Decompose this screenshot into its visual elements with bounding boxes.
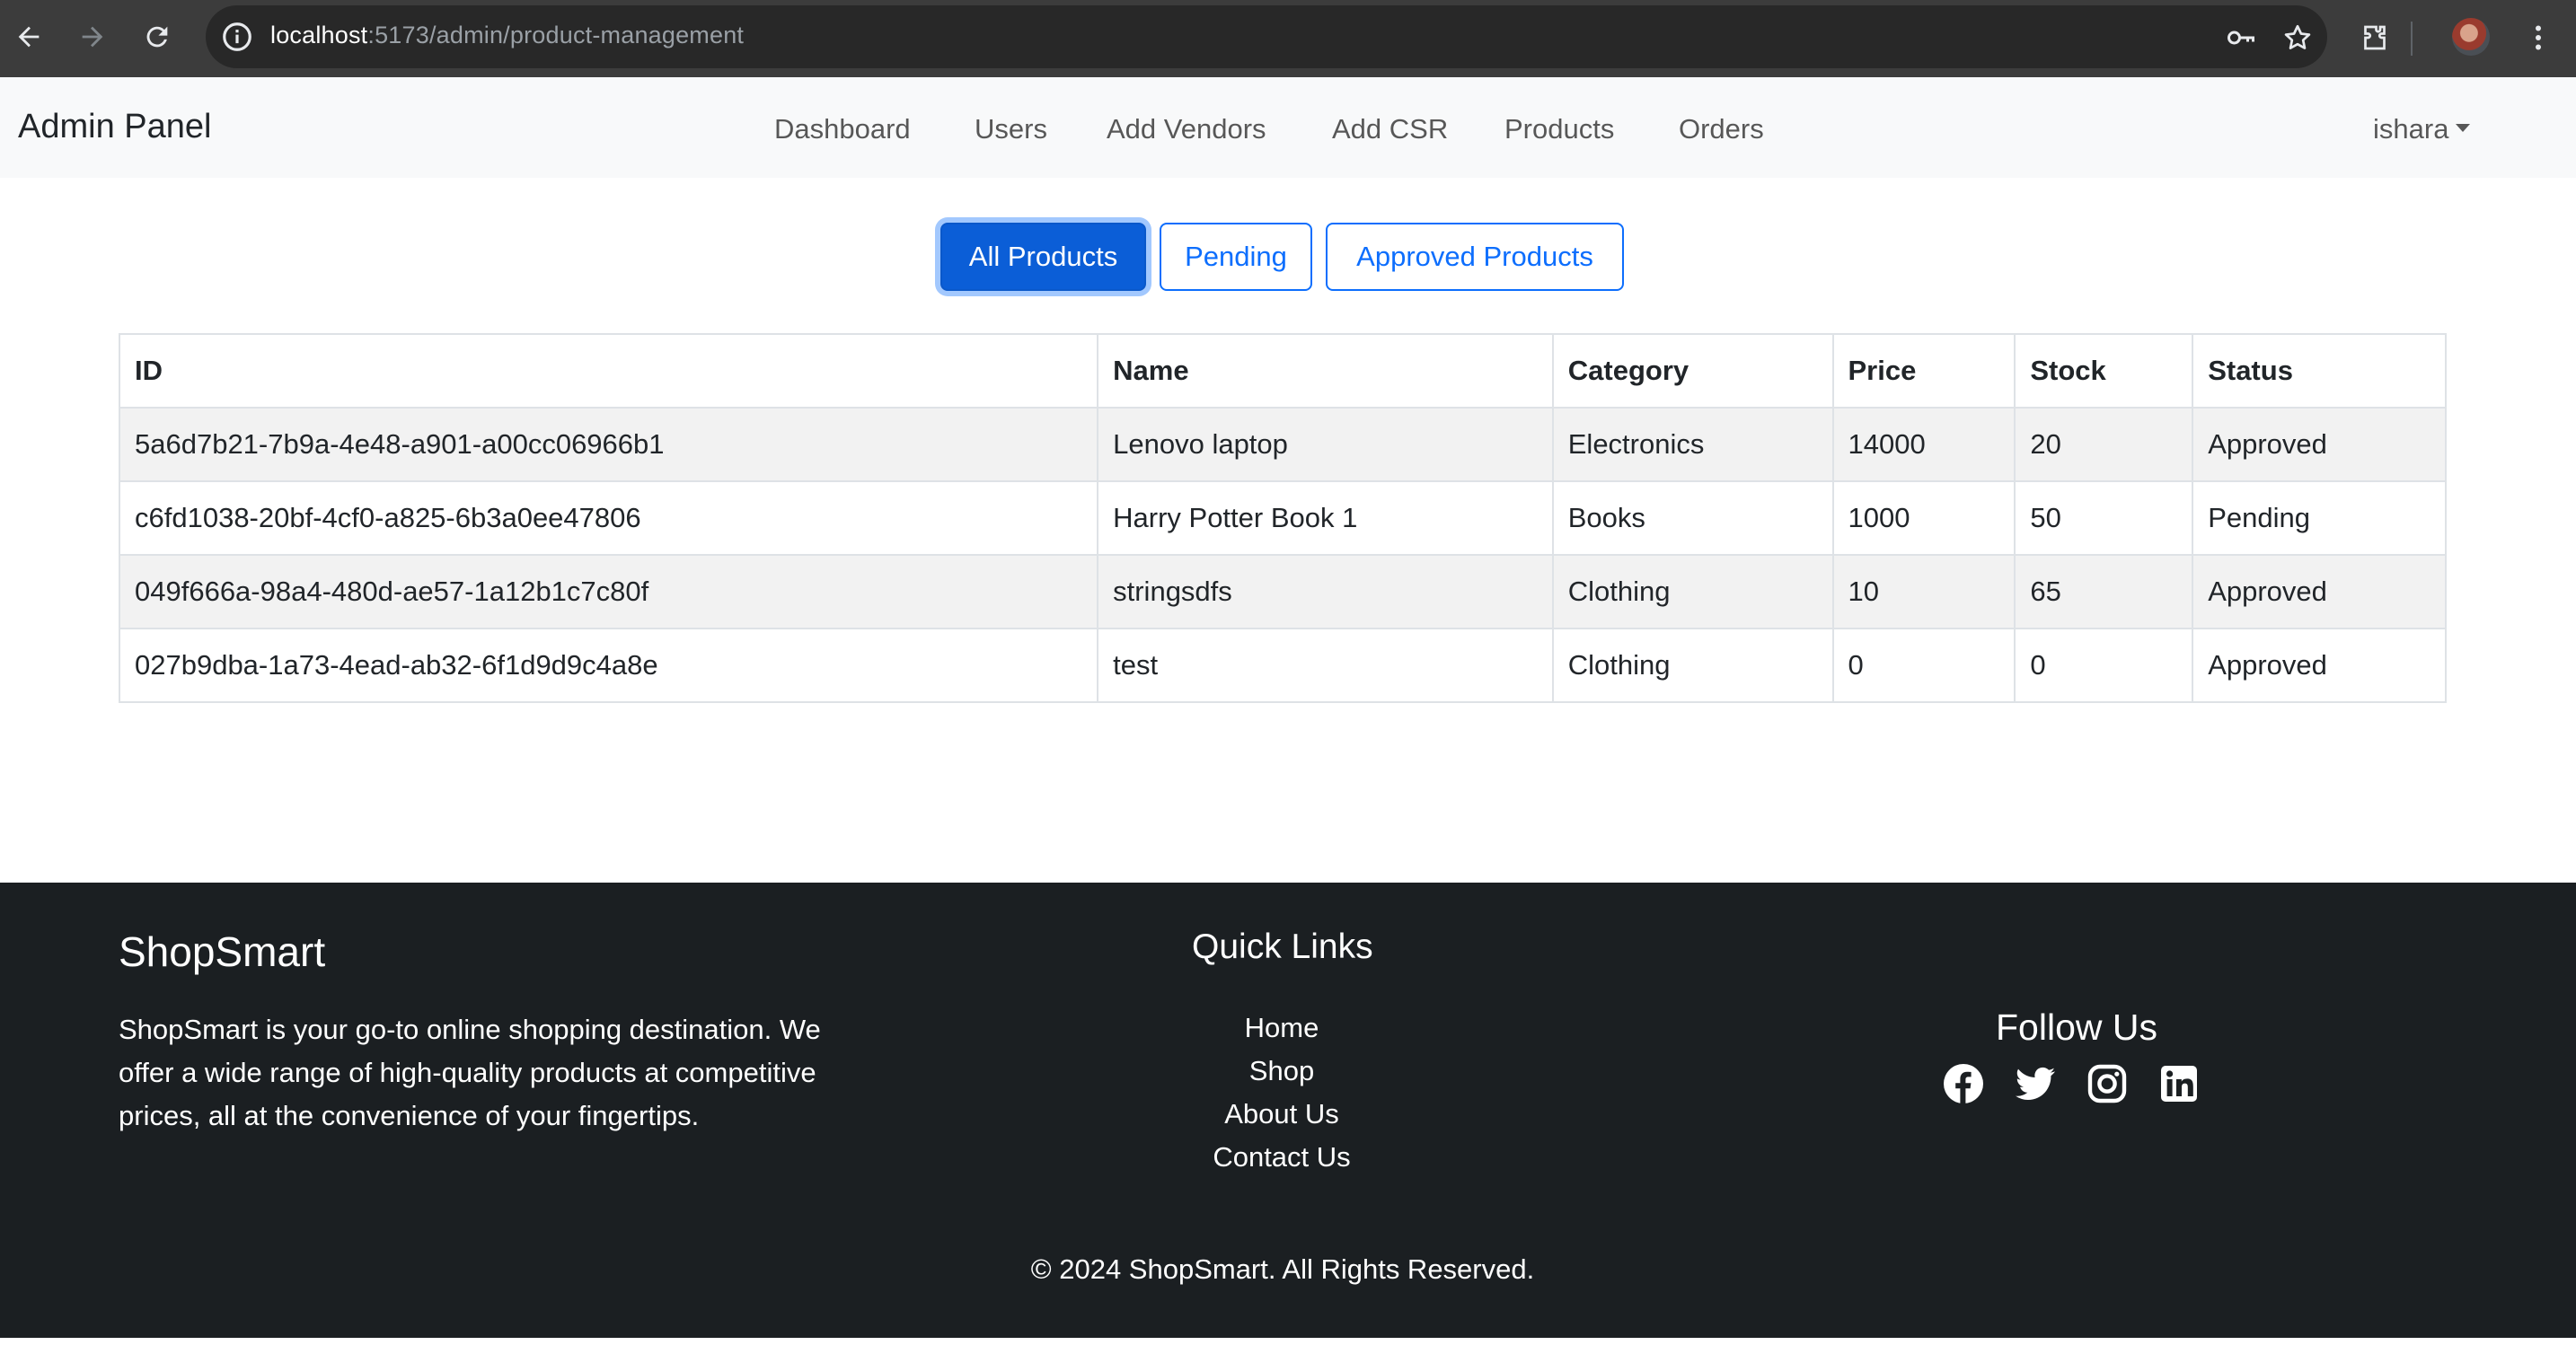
footer-link-shop[interactable]: Shop: [1102, 1050, 1461, 1093]
cell-stock: 20: [2014, 407, 2194, 482]
reload-icon: [146, 26, 168, 48]
reload-button[interactable]: [137, 16, 178, 57]
cell-price: 0: [1831, 628, 2016, 703]
cell-stock: 50: [2014, 480, 2194, 556]
nav-links: Dashboard Users Add Vendors Add CSR Prod…: [0, 113, 2576, 149]
tab-approved-products[interactable]: Approved Products: [1326, 223, 1624, 291]
back-arrow-icon: [18, 26, 40, 48]
column-header-id: ID: [118, 333, 1099, 409]
cell-id: 5a6d7b21-7b9a-4e48-a901-a00cc06966b1: [118, 407, 1099, 482]
column-header-category: Category: [1551, 333, 1834, 409]
cell-name: Harry Potter Book 1: [1097, 480, 1554, 556]
footer-copyright: © 2024 ShopSmart. All Rights Reserved.: [1030, 1253, 1535, 1285]
nav-products[interactable]: Products: [1504, 113, 1614, 145]
cell-name: Lenovo laptop: [1097, 407, 1554, 482]
nav-dashboard[interactable]: Dashboard: [774, 113, 911, 145]
password-key-icon[interactable]: [2225, 22, 2257, 54]
browser-toolbar: localhost:5173/admin/product-management: [0, 0, 2576, 77]
caret-down-icon: [2456, 124, 2471, 133]
cell-status: Approved: [2192, 407, 2447, 482]
facebook-icon[interactable]: [1942, 1062, 1985, 1105]
cell-price: 10: [1831, 554, 2016, 629]
instagram-icon[interactable]: [2086, 1062, 2129, 1105]
footer-description: ShopSmart is your go-to online shopping …: [119, 1014, 821, 1131]
site-info-icon[interactable]: [220, 20, 254, 54]
cell-id: 049f666a-98a4-480d-ae57-1a12b1c7c80f: [118, 554, 1099, 629]
cell-id: 027b9dba-1a73-4ead-ab32-6f1d9d9c4a8e: [118, 628, 1099, 703]
follow-us-title: Follow Us: [1996, 1007, 2157, 1048]
quick-links: Home Shop About Us Contact Us: [1102, 1007, 1461, 1179]
footer-link-about[interactable]: About Us: [1102, 1093, 1461, 1136]
column-header-price: Price: [1831, 333, 2016, 409]
table-row: 027b9dba-1a73-4ead-ab32-6f1d9d9c4a8e tes…: [118, 628, 2447, 703]
toolbar-divider: [2411, 22, 2413, 56]
address-bar[interactable]: localhost:5173/admin/product-management: [206, 5, 2327, 68]
column-header-status: Status: [2192, 333, 2447, 409]
nav-users[interactable]: Users: [975, 113, 1047, 145]
back-button[interactable]: [8, 16, 49, 57]
site-footer: ShopSmart ShopSmart is your go-to online…: [0, 883, 2576, 1338]
cell-status: Pending: [2192, 480, 2447, 556]
profile-avatar[interactable]: [2452, 18, 2490, 56]
cell-stock: 0: [2014, 628, 2194, 703]
linkedin-icon[interactable]: [2157, 1062, 2201, 1105]
tab-all-products[interactable]: All Products: [940, 223, 1146, 291]
page-bottom-edge: [0, 1338, 2576, 1345]
footer-link-contact[interactable]: Contact Us: [1102, 1136, 1461, 1179]
quick-links-title: Quick Links: [1192, 927, 1373, 966]
user-name: ishara: [2373, 113, 2449, 145]
cell-name: stringsdfs: [1097, 554, 1554, 629]
footer-link-home[interactable]: Home: [1102, 1007, 1461, 1050]
cell-category: Electronics: [1551, 407, 1834, 482]
cell-status: Approved: [2192, 554, 2447, 629]
cell-category: Clothing: [1551, 554, 1834, 629]
column-header-name: Name: [1097, 333, 1554, 409]
nav-orders[interactable]: Orders: [1679, 113, 1764, 145]
tab-pending[interactable]: Pending: [1160, 223, 1312, 291]
twitter-icon[interactable]: [2014, 1062, 2057, 1105]
cell-id: c6fd1038-20bf-4cf0-a825-6b3a0ee47806: [118, 480, 1099, 556]
cell-stock: 65: [2014, 554, 2194, 629]
cell-price: 1000: [1831, 480, 2016, 556]
nav-add-csr[interactable]: Add CSR: [1332, 113, 1448, 145]
table-row: 049f666a-98a4-480d-ae57-1a12b1c7c80f str…: [118, 554, 2447, 629]
bookmark-star-icon[interactable]: [2281, 22, 2314, 54]
forward-arrow-icon: [82, 26, 103, 48]
cell-category: Clothing: [1551, 628, 1834, 703]
admin-navbar: Admin Panel Dashboard Users Add Vendors …: [0, 77, 2576, 178]
cell-name: test: [1097, 628, 1554, 703]
footer-brand: ShopSmart: [119, 928, 326, 975]
more-vert-icon: [2536, 25, 2541, 50]
table-row: c6fd1038-20bf-4cf0-a825-6b3a0ee47806 Har…: [118, 480, 2447, 556]
forward-button[interactable]: [72, 16, 113, 57]
cell-price: 14000: [1831, 407, 2016, 482]
cell-status: Approved: [2192, 628, 2447, 703]
extensions-button[interactable]: [2355, 18, 2395, 57]
table-header-row: ID Name Category Price Stock Status: [118, 333, 2447, 409]
nav-add-vendors[interactable]: Add Vendors: [1107, 113, 1266, 145]
url-text[interactable]: localhost:5173/admin/product-management: [270, 22, 744, 49]
products-table: ID Name Category Price Stock Status 5a6d…: [118, 333, 2447, 703]
cell-category: Books: [1551, 480, 1834, 556]
table-row: 5a6d7b21-7b9a-4e48-a901-a00cc06966b1 Len…: [118, 407, 2447, 482]
column-header-stock: Stock: [2014, 333, 2194, 409]
browser-menu-button[interactable]: [2519, 18, 2558, 57]
user-dropdown[interactable]: ishara: [2373, 113, 2471, 145]
puzzle-icon: [2364, 25, 2386, 50]
